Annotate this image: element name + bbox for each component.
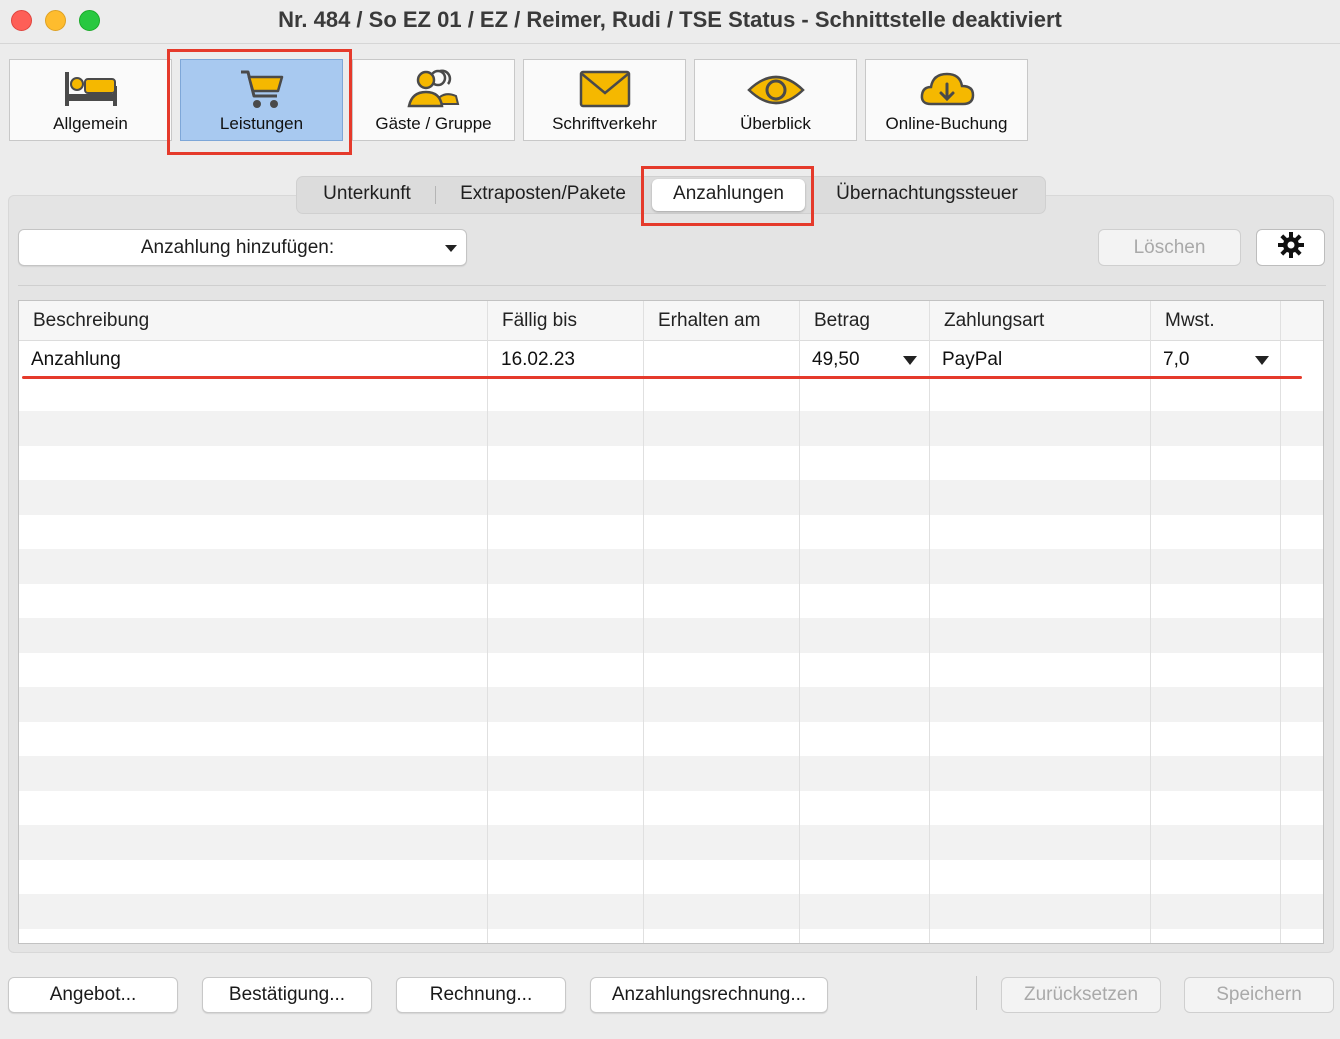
add-payment-dropdown[interactable]: Anzahlung hinzufügen:: [18, 229, 467, 266]
cloud-download-icon: [917, 66, 977, 117]
cell-beschreibung[interactable]: Anzahlung: [19, 342, 121, 377]
toolbar-gaeste-label: Gäste / Gruppe: [375, 114, 492, 133]
tab-anzahlungen[interactable]: Anzahlungen: [652, 179, 805, 211]
toolbar-ueberblick-label: Überblick: [740, 114, 811, 133]
payments-table: Beschreibung Fällig bis Erhalten am Betr…: [18, 300, 1324, 944]
betrag-dropdown-arrow-icon[interactable]: [903, 356, 917, 365]
row-highlight-underline: [22, 376, 1302, 379]
cell-mwst[interactable]: 7,0: [1151, 342, 1189, 377]
title-bar: Nr. 484 / So EZ 01 / EZ / Reimer, Rudi /…: [0, 0, 1340, 44]
table-row[interactable]: Anzahlung 16.02.23 49,50 PayPal 7,0: [19, 342, 1323, 377]
eye-icon: [746, 66, 806, 117]
column-divider: [1150, 301, 1151, 943]
column-divider: [799, 301, 800, 943]
toolbar-leistungen-button[interactable]: Leistungen: [180, 59, 343, 141]
anzahlungsrechnung-button[interactable]: Anzahlungsrechnung...: [590, 977, 828, 1013]
toolbar-gaeste-button[interactable]: Gäste / Gruppe: [352, 59, 515, 141]
empty-row: [19, 825, 1323, 860]
empty-row: [19, 687, 1323, 722]
column-header-zahlungsart[interactable]: Zahlungsart: [930, 301, 1044, 341]
dropdown-arrow-icon: [445, 245, 457, 252]
empty-row: [19, 480, 1323, 515]
toolbar-allgemein-button[interactable]: Allgemein: [9, 59, 172, 141]
tab-bar: Unterkunft Extraposten/Pakete Anzahlunge…: [296, 176, 1046, 214]
tab-unterkunft[interactable]: Unterkunft: [303, 177, 431, 213]
bed-icon: [61, 66, 121, 117]
table-header: Beschreibung Fällig bis Erhalten am Betr…: [19, 301, 1323, 341]
zuruecksetzen-button[interactable]: Zurücksetzen: [1001, 977, 1161, 1013]
divider: [18, 285, 1326, 286]
column-header-betrag[interactable]: Betrag: [800, 301, 870, 341]
tab-extraposten[interactable]: Extraposten/Pakete: [445, 177, 641, 213]
empty-row: [19, 411, 1323, 446]
cell-erhalten-am[interactable]: [645, 342, 657, 377]
bestaetigung-button[interactable]: Bestätigung...: [202, 977, 372, 1013]
column-header-erhalten-am[interactable]: Erhalten am: [644, 301, 760, 341]
column-divider: [487, 301, 488, 943]
toolbar-online-buchung-button[interactable]: Online-Buchung: [865, 59, 1028, 141]
cell-betrag[interactable]: 49,50: [800, 342, 860, 377]
footer-separator: [976, 976, 977, 1010]
toolbar-schriftverkehr-button[interactable]: Schriftverkehr: [523, 59, 686, 141]
people-icon: [404, 66, 464, 117]
empty-row: [19, 549, 1323, 584]
speichern-button[interactable]: Speichern: [1184, 977, 1334, 1013]
settings-button[interactable]: [1256, 229, 1325, 266]
empty-row: [19, 618, 1323, 653]
cell-faellig-bis[interactable]: 16.02.23: [489, 342, 575, 377]
toolbar-schriftverkehr-label: Schriftverkehr: [552, 114, 657, 133]
tab-separator: [435, 186, 436, 204]
cart-icon: [237, 66, 287, 117]
column-divider: [643, 301, 644, 943]
column-divider: [929, 301, 930, 943]
column-header-mwst[interactable]: Mwst.: [1151, 301, 1215, 341]
empty-row: [19, 756, 1323, 791]
tab-uebernachtungssteuer[interactable]: Übernachtungssteuer: [817, 177, 1037, 213]
toolbar-allgemein-label: Allgemein: [53, 114, 128, 133]
rechnung-button[interactable]: Rechnung...: [396, 977, 566, 1013]
add-payment-dropdown-label: Anzahlung hinzufügen:: [140, 237, 335, 258]
toolbar-ueberblick-button[interactable]: Überblick: [694, 59, 857, 141]
envelope-icon: [577, 66, 633, 117]
column-header-faellig-bis[interactable]: Fällig bis: [488, 301, 577, 341]
window-title: Nr. 484 / So EZ 01 / EZ / Reimer, Rudi /…: [278, 7, 1062, 32]
toolbar-online-buchung-label: Online-Buchung: [885, 114, 1008, 133]
empty-row: [19, 894, 1323, 929]
gear-icon: [1277, 231, 1305, 264]
mwst-dropdown-arrow-icon[interactable]: [1255, 356, 1269, 365]
angebot-button[interactable]: Angebot...: [8, 977, 178, 1013]
column-header-beschreibung[interactable]: Beschreibung: [19, 301, 149, 341]
cell-zahlungsart[interactable]: PayPal: [930, 342, 1002, 377]
toolbar-leistungen-label: Leistungen: [219, 114, 304, 133]
column-divider: [1280, 301, 1281, 943]
delete-button[interactable]: Löschen: [1098, 229, 1241, 266]
